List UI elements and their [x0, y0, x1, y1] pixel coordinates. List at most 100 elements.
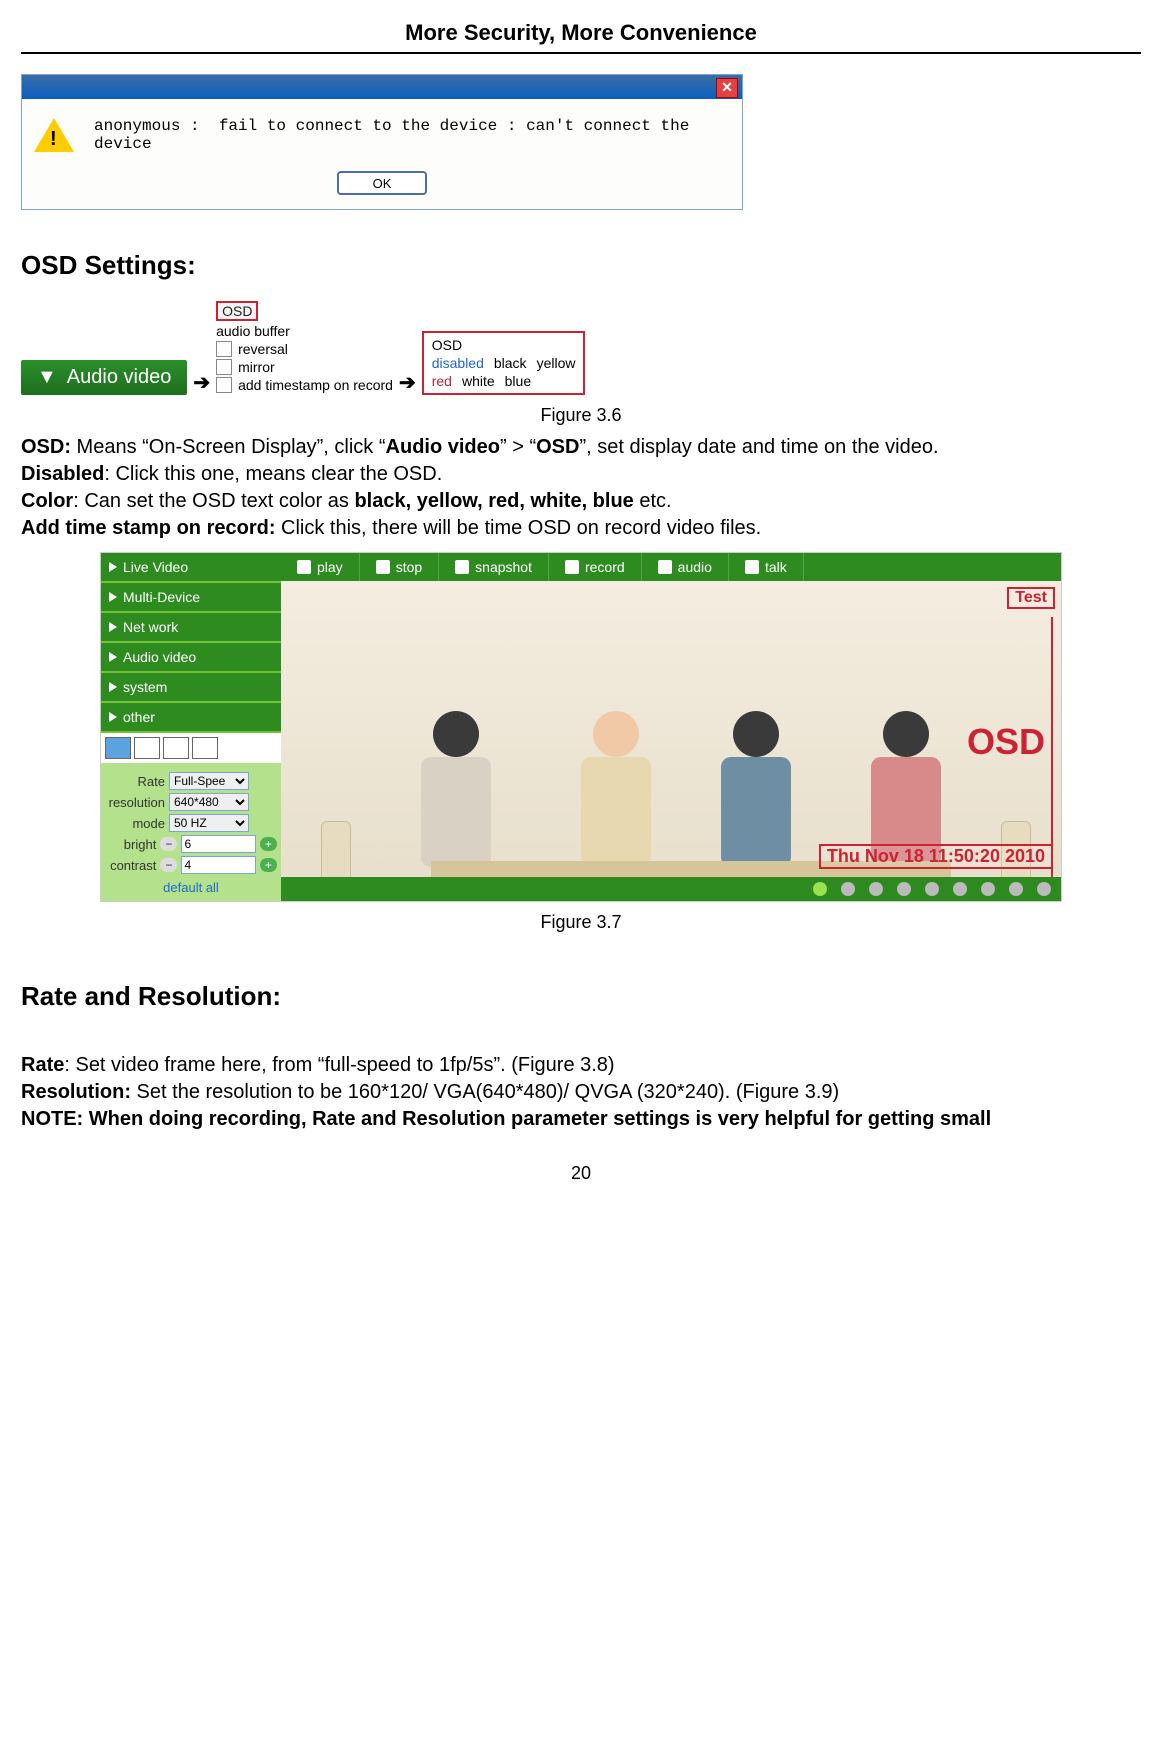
- view-1x1-icon[interactable]: [105, 737, 131, 759]
- view-2x2-icon[interactable]: [134, 737, 160, 759]
- chevron-right-icon: [109, 712, 117, 722]
- chevron-right-icon: [109, 592, 117, 602]
- contrast-label: contrast: [105, 858, 156, 873]
- audio-icon: [658, 560, 672, 574]
- osd-boxed-label[interactable]: OSD: [216, 301, 258, 321]
- audio-button[interactable]: audio: [642, 553, 729, 581]
- error-dialog: ✕ anonymous : fail to connect to the dev…: [21, 74, 743, 210]
- osd-colors-panel: OSD disabled black yellow red white blue: [422, 331, 586, 395]
- camera-ui-screenshot: Live Video Multi-Device Net work Audio v…: [100, 552, 1062, 902]
- talk-icon: [745, 560, 759, 574]
- channel-dot[interactable]: [1037, 882, 1051, 896]
- resolution-label: resolution: [105, 795, 165, 810]
- sidebar-item-multi-device[interactable]: Multi-Device: [101, 583, 281, 611]
- stop-button[interactable]: stop: [360, 553, 439, 581]
- page-header: More Security, More Convenience: [21, 20, 1141, 54]
- chevron-right-icon: [109, 562, 117, 572]
- osd-callout-line: [1051, 617, 1053, 877]
- osd-test-overlay: Test: [1007, 587, 1055, 609]
- channel-dot[interactable]: [841, 882, 855, 896]
- sidebar-item-network[interactable]: Net work: [101, 613, 281, 641]
- mirror-label: mirror: [238, 359, 275, 375]
- rate-label: Rate: [105, 774, 165, 789]
- add-timestamp-label: Add time stamp on record:: [21, 517, 275, 539]
- add-timestamp-checkbox[interactable]: [216, 377, 232, 393]
- close-icon[interactable]: ✕: [716, 78, 738, 98]
- osd-disabled-option[interactable]: disabled: [432, 355, 484, 371]
- record-icon: [565, 560, 579, 574]
- snapshot-button[interactable]: snapshot: [439, 553, 549, 581]
- rate-resolution-description: Rate: Set video frame here, from “full-s…: [21, 1052, 1141, 1133]
- mode-select[interactable]: 50 HZ: [169, 814, 249, 832]
- osd-black-option[interactable]: black: [494, 355, 527, 371]
- channel-dot[interactable]: [953, 882, 967, 896]
- osd-red-option[interactable]: red: [432, 373, 452, 389]
- record-button[interactable]: record: [549, 553, 642, 581]
- sidebar-item-audio-video[interactable]: Audio video: [101, 643, 281, 671]
- channel-dot[interactable]: [813, 882, 827, 896]
- bright-input[interactable]: [181, 835, 255, 853]
- camera-icon: [455, 560, 469, 574]
- arrow-right-icon: ➔: [193, 370, 210, 395]
- bright-decrease-button[interactable]: −: [160, 837, 177, 851]
- error-message: anonymous : fail to connect to the devic…: [94, 117, 730, 153]
- chevron-right-icon: [109, 622, 117, 632]
- figure-3-7-caption: Figure 3.7: [21, 912, 1141, 933]
- osd-white-option[interactable]: white: [462, 373, 495, 389]
- video-frame: Test OSD Thu Nov 18 11:50:20 2010: [281, 581, 1061, 877]
- chevron-down-icon: ▼: [37, 366, 57, 389]
- chevron-right-icon: [109, 652, 117, 662]
- default-all-link[interactable]: default all: [105, 880, 277, 895]
- top-toolbar: play stop snapshot record audio talk: [281, 553, 1061, 581]
- osd-colors-title: OSD: [432, 337, 576, 353]
- view-4x4-icon[interactable]: [192, 737, 218, 759]
- osd-dropdown-panel: OSD audio buffer reversal mirror add tim…: [216, 301, 393, 395]
- osd-blue-option[interactable]: blue: [505, 373, 531, 389]
- note-text: NOTE: When doing recording, Rate and Res…: [21, 1108, 991, 1130]
- talk-button[interactable]: talk: [729, 553, 804, 581]
- arrow-right-icon: ➔: [399, 370, 416, 395]
- contrast-increase-button[interactable]: +: [260, 858, 277, 872]
- mirror-checkbox[interactable]: [216, 359, 232, 375]
- sidebar-item-other[interactable]: other: [101, 703, 281, 731]
- stop-icon: [376, 560, 390, 574]
- ok-button[interactable]: OK: [337, 171, 427, 195]
- play-icon: [297, 560, 311, 574]
- resolution-label-text: Resolution:: [21, 1081, 131, 1103]
- rate-resolution-heading: Rate and Resolution:: [21, 981, 1141, 1012]
- mode-label: mode: [105, 816, 165, 831]
- add-timestamp-label: add timestamp on record: [238, 377, 393, 393]
- audio-buffer-label: audio buffer: [216, 323, 290, 339]
- osd-label: OSD:: [21, 436, 71, 458]
- warning-icon: [34, 118, 74, 152]
- sidebar: Live Video Multi-Device Net work Audio v…: [101, 553, 281, 901]
- play-button[interactable]: play: [281, 553, 360, 581]
- rate-label-text: Rate: [21, 1054, 64, 1076]
- scene-chair: [321, 821, 351, 877]
- osd-yellow-option[interactable]: yellow: [537, 355, 576, 371]
- osd-overlay-label: OSD: [967, 721, 1045, 763]
- bright-increase-button[interactable]: +: [260, 837, 277, 851]
- view-3x3-icon[interactable]: [163, 737, 189, 759]
- resolution-select[interactable]: 640*480: [169, 793, 249, 811]
- channel-dot[interactable]: [981, 882, 995, 896]
- osd-description: OSD: Means “On-Screen Display”, click “A…: [21, 434, 1141, 542]
- disabled-label: Disabled: [21, 463, 104, 485]
- channel-dot[interactable]: [925, 882, 939, 896]
- audio-video-menu-button[interactable]: ▼ Audio video: [21, 360, 187, 395]
- contrast-decrease-button[interactable]: −: [160, 858, 177, 872]
- sidebar-item-live-video[interactable]: Live Video: [101, 553, 281, 581]
- color-label: Color: [21, 490, 73, 512]
- sidebar-item-system[interactable]: system: [101, 673, 281, 701]
- channel-dot[interactable]: [897, 882, 911, 896]
- contrast-input[interactable]: [181, 856, 255, 874]
- channel-dot[interactable]: [869, 882, 883, 896]
- reversal-checkbox[interactable]: [216, 341, 232, 357]
- figure-3-6-row: ▼ Audio video ➔ OSD audio buffer reversa…: [21, 301, 1141, 395]
- channel-dot[interactable]: [1009, 882, 1023, 896]
- reversal-label: reversal: [238, 341, 288, 357]
- rate-select[interactable]: Full-Spee: [169, 772, 249, 790]
- osd-timestamp: Thu Nov 18 11:50:20 2010: [819, 844, 1053, 869]
- page-number: 20: [21, 1163, 1141, 1184]
- chevron-right-icon: [109, 682, 117, 692]
